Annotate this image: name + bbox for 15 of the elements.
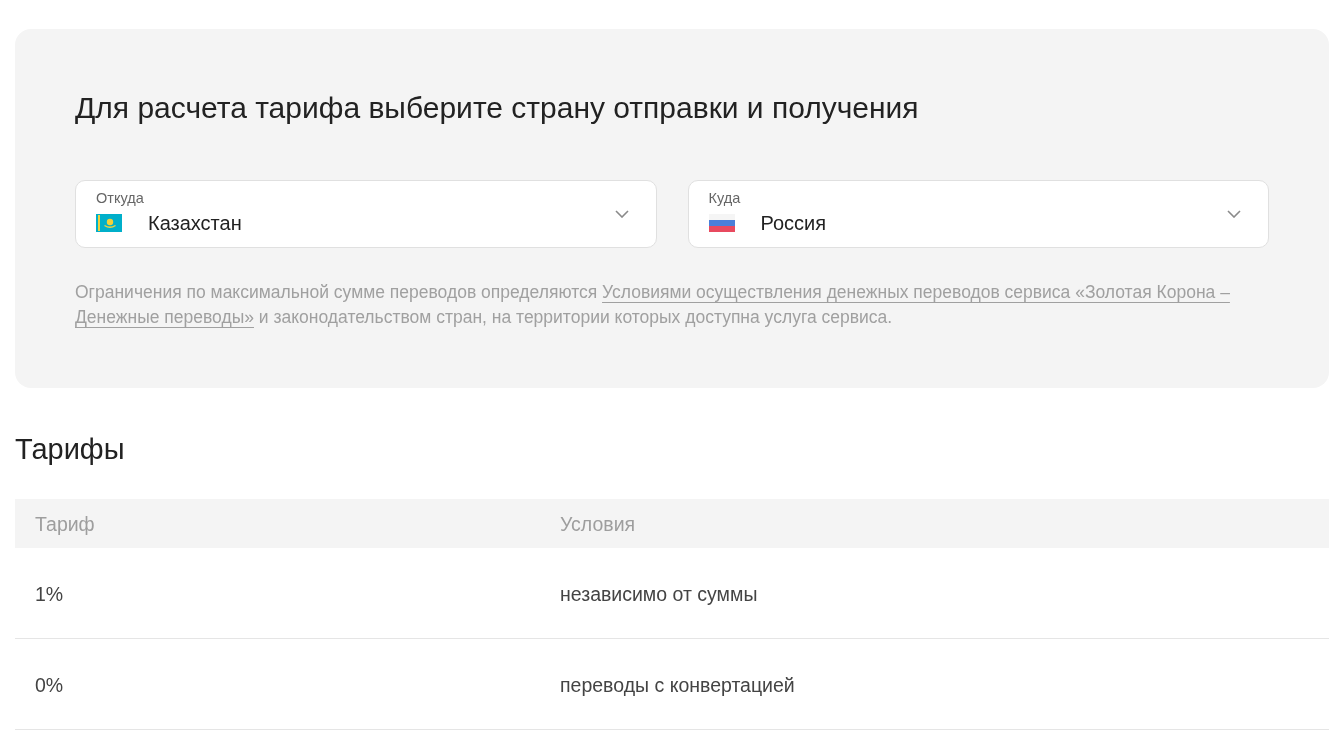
country-dropdown[interactable]: Куда Россия xyxy=(687,180,1269,248)
flag-icon xyxy=(96,214,122,232)
table-cell: 1% xyxy=(35,582,64,606)
tariffs-title: Тарифы xyxy=(15,432,126,467)
flag-icon xyxy=(708,214,735,232)
chevron-down-icon xyxy=(614,210,629,218)
calculator-title: Для расчета тарифа выберите страну отправки и получения xyxy=(75,90,920,126)
table-cell: независимо от суммы xyxy=(560,582,758,606)
table-cell: переводы с конвертацией xyxy=(560,673,795,697)
column-header: Условия xyxy=(560,511,636,536)
table-cell: 0% xyxy=(35,673,64,697)
country-dropdown[interactable]: Откуда Казахстан xyxy=(75,180,657,248)
column-header: Тариф xyxy=(35,511,95,536)
limits-note: Ограничения по максимальной сумме переводов определяются Условиями осуществления денежных переводов сервиса «Золотая Корона – Денежные переводы» и законодательством стран, на территории которых доступна услуга сервиса. xyxy=(75,281,1231,329)
chevron-down-icon xyxy=(1227,210,1241,218)
